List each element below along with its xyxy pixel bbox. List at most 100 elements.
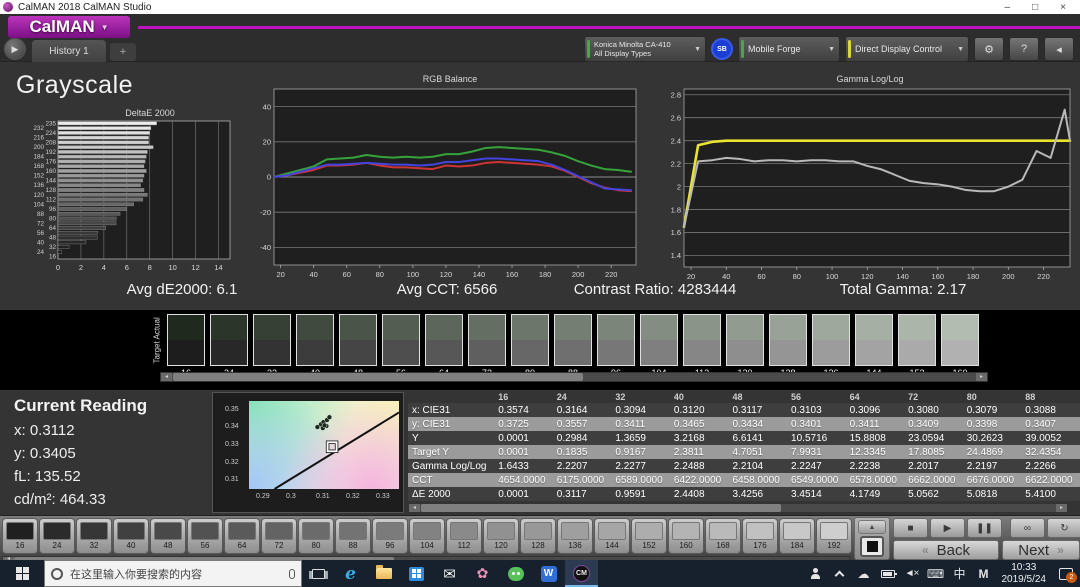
level-button[interactable]: 176 bbox=[742, 518, 778, 554]
level-button[interactable]: 168 bbox=[705, 518, 741, 554]
table-cell: 5.4100 bbox=[1021, 487, 1080, 501]
level-button[interactable]: 136 bbox=[557, 518, 593, 554]
help-button[interactable]: ? bbox=[1009, 37, 1039, 61]
start-button[interactable] bbox=[0, 560, 44, 587]
svg-text:32: 32 bbox=[49, 244, 57, 251]
table-column-header: 48 bbox=[728, 390, 787, 403]
pattern-window-button[interactable] bbox=[860, 536, 884, 557]
refresh-button[interactable]: ↻ bbox=[1047, 518, 1080, 538]
level-button[interactable]: 48 bbox=[150, 518, 186, 554]
level-button[interactable]: 56 bbox=[187, 518, 223, 554]
settings-button[interactable]: ⚙ bbox=[974, 37, 1004, 61]
task-view-button[interactable] bbox=[302, 560, 334, 587]
taskbar-calman-active[interactable]: CM bbox=[565, 560, 598, 587]
clock[interactable]: 10:33 2019/5/24 bbox=[996, 562, 1053, 586]
search-input[interactable]: 在这里输入你要搜索的内容 bbox=[44, 560, 302, 587]
ime-button[interactable]: 中 bbox=[948, 560, 972, 587]
notification-center-button[interactable]: 2 bbox=[1052, 560, 1080, 587]
svg-text:40: 40 bbox=[263, 102, 271, 111]
level-button[interactable]: 120 bbox=[483, 518, 519, 554]
meter-toolbar: Konica Minolta CA-410 All Display Types … bbox=[584, 36, 1074, 62]
level-button[interactable]: 80 bbox=[298, 518, 334, 554]
meter-dropdown[interactable]: Konica Minolta CA-410 All Display Types … bbox=[584, 36, 706, 62]
level-button[interactable]: 160 bbox=[668, 518, 704, 554]
scrollbar-thumb[interactable] bbox=[421, 504, 781, 512]
swatch-scrollbar[interactable]: ◂ ▸ bbox=[160, 372, 988, 382]
m-app-button[interactable]: M bbox=[972, 560, 996, 587]
tab-history-1[interactable]: History 1 bbox=[32, 40, 106, 62]
scroll-left-icon[interactable]: ◂ bbox=[409, 504, 420, 512]
table-cell: 2.2207 bbox=[553, 459, 612, 473]
level-button[interactable]: 144 bbox=[594, 518, 630, 554]
table-cell: 0.3096 bbox=[846, 403, 905, 417]
battery-button[interactable] bbox=[876, 560, 900, 587]
level-button[interactable]: 72 bbox=[261, 518, 297, 554]
table-cell: 2.2197 bbox=[963, 459, 1022, 473]
scroll-left-icon[interactable]: ◂ bbox=[161, 373, 172, 381]
next-button[interactable]: Next » bbox=[1002, 540, 1080, 560]
taskbar-mail[interactable]: ✉ bbox=[433, 560, 466, 587]
swatch-box bbox=[898, 314, 936, 366]
tray-expand-button[interactable] bbox=[828, 560, 852, 587]
display-control-dropdown[interactable]: Direct Display Control ▼ bbox=[845, 36, 969, 62]
taskbar-pink-app[interactable]: ✿ bbox=[466, 560, 499, 587]
volume-button[interactable]: ◄× bbox=[900, 560, 924, 587]
level-button[interactable]: 112 bbox=[446, 518, 482, 554]
level-button[interactable]: 88 bbox=[335, 518, 371, 554]
level-button[interactable]: 104 bbox=[409, 518, 445, 554]
swatch-box bbox=[769, 314, 807, 366]
add-tab-button[interactable]: + bbox=[110, 43, 136, 61]
level-swatch bbox=[487, 522, 515, 540]
people-button[interactable] bbox=[804, 560, 828, 587]
level-button[interactable]: 184 bbox=[779, 518, 815, 554]
sb-badge[interactable]: SB bbox=[711, 38, 733, 60]
tab-scroll-button[interactable]: ▶ bbox=[4, 38, 26, 60]
taskbar-wechat[interactable] bbox=[499, 560, 532, 587]
play-button[interactable]: ▶ bbox=[930, 518, 965, 538]
level-button[interactable]: 64 bbox=[224, 518, 260, 554]
swatch-box bbox=[640, 314, 678, 366]
grayscale-swatch: 112 bbox=[683, 314, 721, 378]
level-button[interactable]: 24 bbox=[39, 518, 75, 554]
calman-logo-menu[interactable]: CalMAN ▼ bbox=[8, 16, 130, 38]
scrollbar-thumb[interactable] bbox=[173, 373, 583, 381]
pause-button[interactable]: ❚❚ bbox=[967, 518, 1002, 538]
level-button[interactable]: 128 bbox=[520, 518, 556, 554]
level-label: 152 bbox=[632, 541, 666, 550]
scroll-right-icon[interactable]: ▸ bbox=[1056, 504, 1067, 512]
maximize-button[interactable]: □ bbox=[1032, 2, 1038, 13]
level-button[interactable]: 32 bbox=[76, 518, 112, 554]
level-button[interactable]: 192 bbox=[816, 518, 852, 554]
current-reading-y: y: 0.3405 bbox=[14, 445, 76, 462]
onedrive-button[interactable]: ☁ bbox=[852, 560, 876, 587]
collapse-up-button[interactable]: ▲ bbox=[858, 520, 886, 534]
table-cell: 2.2247 bbox=[787, 459, 846, 473]
microphone-icon[interactable] bbox=[289, 569, 295, 579]
close-button[interactable]: × bbox=[1060, 2, 1066, 13]
table-column-header: 88 bbox=[1021, 390, 1080, 403]
back-button[interactable]: « Back bbox=[893, 540, 999, 560]
level-swatch bbox=[709, 522, 737, 540]
collapse-panel-button[interactable]: ◂ bbox=[1044, 37, 1074, 61]
stop-button[interactable]: ■ bbox=[893, 518, 928, 538]
taskbar-edge[interactable]: e bbox=[334, 560, 367, 587]
level-button[interactable]: 152 bbox=[631, 518, 667, 554]
table-column-header: 40 bbox=[670, 390, 729, 403]
level-swatch bbox=[302, 522, 330, 540]
taskbar-store[interactable] bbox=[400, 560, 433, 587]
continuous-button[interactable]: ∞ bbox=[1010, 518, 1045, 538]
taskbar-file-explorer[interactable] bbox=[367, 560, 400, 587]
level-button[interactable]: 96 bbox=[372, 518, 408, 554]
table-column-header: 64 bbox=[846, 390, 905, 403]
table-cell: 2.3811 bbox=[670, 445, 729, 459]
scroll-right-icon[interactable]: ▸ bbox=[976, 373, 987, 381]
taskbar-wps[interactable]: W bbox=[532, 560, 565, 587]
level-button[interactable]: 40 bbox=[113, 518, 149, 554]
table-column-header: 24 bbox=[553, 390, 612, 403]
table-scrollbar[interactable]: ◂ ▸ bbox=[408, 503, 1068, 513]
touch-keyboard-button[interactable]: ⌨ bbox=[924, 560, 948, 587]
grayscale-swatch: 80 bbox=[511, 314, 549, 378]
level-button[interactable]: 16 bbox=[2, 518, 38, 554]
source-dropdown[interactable]: Mobile Forge ▼ bbox=[738, 36, 840, 62]
minimize-button[interactable]: – bbox=[1005, 2, 1011, 13]
